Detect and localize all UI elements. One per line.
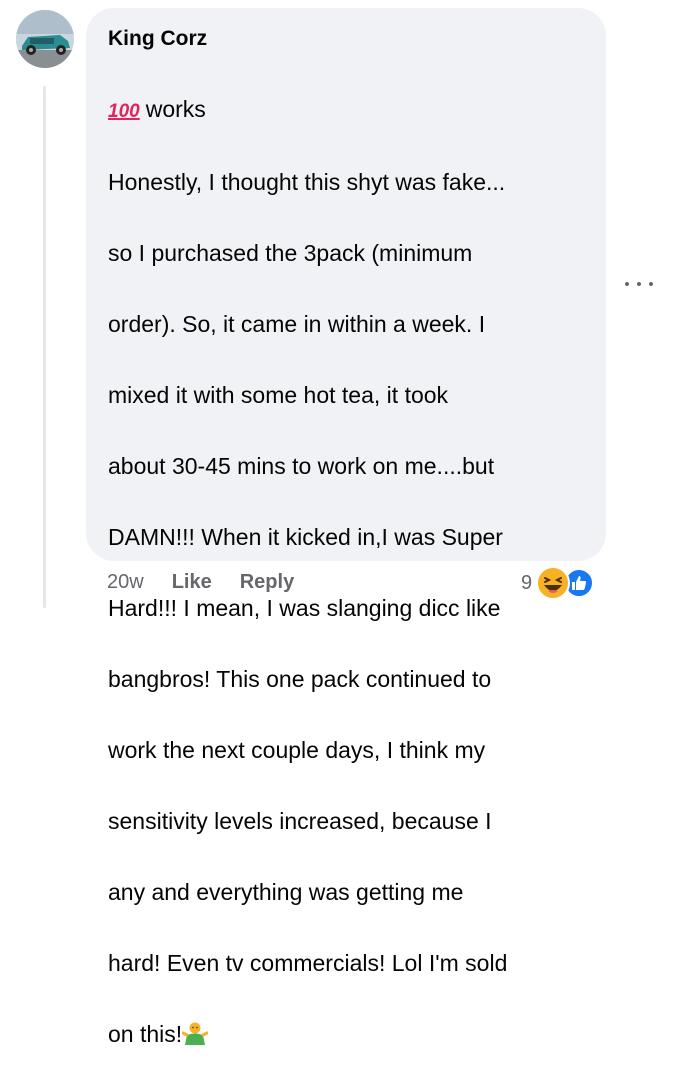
comment-line: hard! Even tv commercials! Lol I'm sold [108,949,508,976]
thread-line [43,86,46,608]
like-button[interactable]: Like [172,571,212,594]
reaction-summary[interactable]: 9 [521,566,598,600]
more-options-button[interactable] [625,274,653,294]
comment-line: Honestly, I thought this shyt was fake..… [108,168,506,195]
comment-author[interactable]: King Corz [108,26,584,52]
comment-last-line: on this! [108,1017,584,1053]
comment-line: work the next couple days, I think my [108,736,486,763]
comment-line: works [145,95,206,122]
comment-line: any and everything was getting me [108,878,464,905]
comment-line: DAMN!!! When it kicked in,I was Super [108,523,503,550]
comment-first-line: 100 works [108,92,584,130]
comment-line: sensitivity levels increased, because I [108,807,492,834]
comment-line: on this! [108,1020,183,1047]
comment-line: Hard!!! I mean, I was slanging dicc like [108,594,501,621]
shrug-emoji-icon [182,1022,209,1045]
haha-icon [536,566,571,600]
reaction-icons [536,566,598,600]
comment-line: so I purchased the 3pack (minimum [108,239,473,266]
comment-actions: 20w Like Reply [107,571,294,594]
hundred-points-emoji: 100 [108,100,140,122]
comment-line: bangbros! This one pack continued to [108,665,492,692]
comment-line: about 30-45 mins to work on me....but [108,452,495,479]
reaction-count: 9 [521,571,533,594]
timestamp-link[interactable]: 20w [107,571,144,594]
avatar-image [16,10,74,68]
comment-line: mixed it with some hot tea, it took [108,381,449,408]
avatar[interactable] [16,10,74,68]
dot-icon [637,282,641,286]
comment-line: order). So, it came in within a week. I [108,310,486,337]
comment-bubble: King Corz 100 works Honestly, I thought t… [86,8,606,1047]
dot-icon [625,282,629,286]
reply-button[interactable]: Reply [240,571,294,594]
dot-icon [649,282,653,286]
